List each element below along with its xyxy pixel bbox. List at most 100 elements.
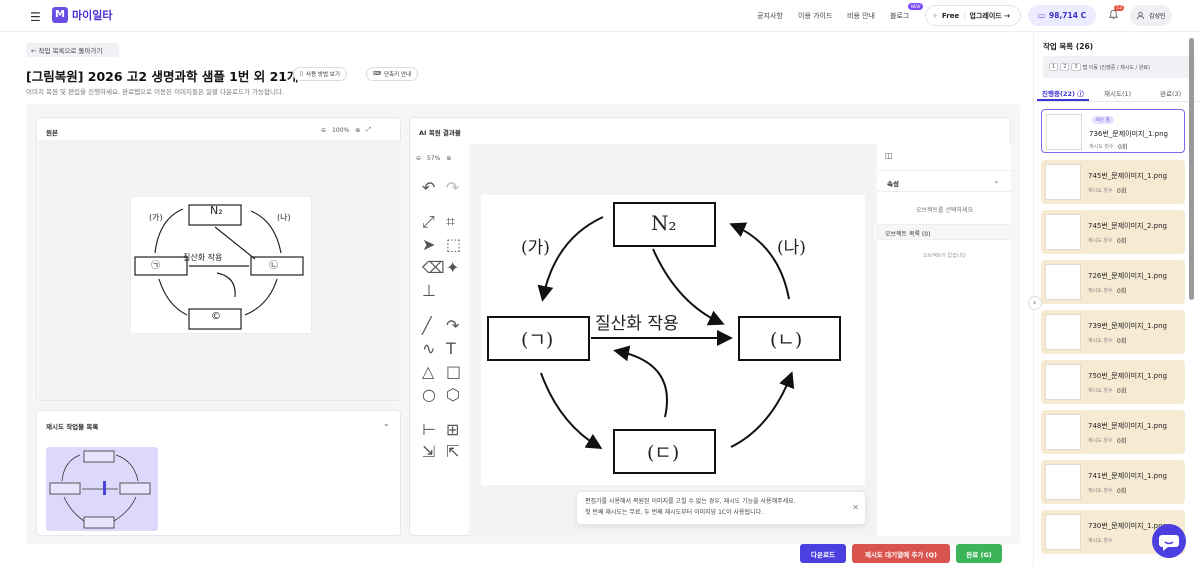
- original-title: 원본: [46, 129, 58, 137]
- top-bar: ☰ M 마이일타 공지사항 이용 가이드 비용 안내 블로그 NEW ✧ Fre…: [0, 0, 1200, 32]
- retry-count: 0회: [1117, 288, 1127, 295]
- tab-in-progress[interactable]: 진행중(22) ⓘ: [1042, 88, 1084, 98]
- original-panel: 원본 ⊖ 100% ⊕ ⤢ N₂ (가) (나) 질산화 작용 ㉠ ㉡ ©: [36, 117, 401, 401]
- objects-header: 오브젝트 목록 (0): [877, 224, 1012, 240]
- task-name: 726번_문제이미지_1.png: [1088, 272, 1168, 280]
- zoom-in-icon[interactable]: ⊕: [355, 127, 360, 134]
- complete-button[interactable]: 완료 (G): [956, 544, 1002, 563]
- sketch-center-label: 질산화 작용: [183, 253, 223, 262]
- resize-icon[interactable]: ⤢: [422, 212, 435, 231]
- redo-list-title: 재시도 작업물 목록: [46, 423, 99, 431]
- editor-toolbar: ⊖ 57% ⊕ ↶ ↷ ⤢ ⌗ ➤ ⬚ ⌫ ✦ ⊥ ╱ ↷ ∿ T △ □ ○ …: [410, 144, 470, 536]
- credits-button[interactable]: ▭ 98,714 C: [1028, 5, 1096, 26]
- task-name: 741번_문제이미지_1.png: [1088, 472, 1168, 480]
- task-item[interactable]: 739번_문제이미지_1.png 재시도 횟수 0회: [1041, 310, 1185, 354]
- plan-divider: |: [963, 11, 966, 20]
- tab-shortcut-hint: 1 2 3 탭 이동 (진행중 / 재시도 / 완료): [1043, 56, 1195, 78]
- redo-icon[interactable]: ↷: [446, 178, 459, 197]
- add-to-retry-queue-button[interactable]: 재시도 대기열에 추가 (Q): [852, 544, 950, 563]
- new-badge: NEW: [908, 3, 924, 10]
- retry-count-label: 재시도 횟수: [1088, 238, 1113, 244]
- task-thumbnail: [1045, 364, 1081, 400]
- zoom-in-icon[interactable]: ⊕: [446, 155, 451, 162]
- fullscreen-icon[interactable]: ⤢: [366, 126, 371, 134]
- result-zoom-controls: ⊖ 57% ⊕: [416, 155, 451, 162]
- node-bottom: (ㄷ): [647, 442, 680, 464]
- freehand-icon[interactable]: ∿: [422, 339, 435, 358]
- retry-count-label: 재시도 횟수: [1088, 538, 1113, 544]
- logo[interactable]: M 마이일타: [52, 7, 112, 23]
- curve-icon[interactable]: ↷: [446, 316, 459, 335]
- hexagon-icon[interactable]: ⬡: [446, 385, 460, 404]
- user-menu[interactable]: 김성민: [1130, 5, 1172, 26]
- back-to-list-button[interactable]: ← 작업 목록으로 돌아가기: [26, 43, 119, 57]
- zoom-out-icon[interactable]: ⊖: [416, 155, 421, 162]
- import-icon[interactable]: ⇲: [422, 442, 435, 461]
- howto-button[interactable]: ▯ 사용 방법 보기: [293, 67, 347, 81]
- nav-pricing[interactable]: 비용 안내: [847, 11, 875, 21]
- area-select-icon[interactable]: ⬚: [446, 235, 461, 254]
- chevron-down-icon[interactable]: ⌄: [383, 419, 390, 428]
- label-nitrification: 질산화 작용: [595, 314, 679, 334]
- expand-sidebar-button[interactable]: ›: [1028, 296, 1042, 310]
- toast-line-1: 편집기를 사용해서 복원된 이미지를 고칠 수 없는 경우, 재시도 기능을 사…: [585, 498, 796, 505]
- undo-icon[interactable]: ↶: [422, 178, 435, 197]
- magic-wand-icon[interactable]: ✦: [446, 258, 459, 277]
- sparkle-icon: ✧: [932, 11, 938, 20]
- properties-header[interactable]: 속성 ⌄: [877, 170, 1012, 192]
- nav-notices[interactable]: 공지사항: [757, 11, 783, 21]
- credits-value: 98,714 C: [1049, 11, 1087, 20]
- task-item[interactable]: 750번_문제이미지_1.png 재시도 횟수 0회: [1041, 360, 1185, 404]
- eraser-icon[interactable]: ⌫: [422, 258, 445, 277]
- text-icon[interactable]: T: [446, 339, 458, 358]
- tab-retry[interactable]: 재시도(1): [1104, 88, 1131, 98]
- plan-upgrade-button[interactable]: ✧ Free | 업그레이드 →: [925, 5, 1021, 26]
- triangle-icon[interactable]: △: [422, 362, 434, 381]
- tab-complete[interactable]: 완료(3): [1160, 88, 1181, 98]
- export-icon[interactable]: ⇱: [446, 442, 459, 461]
- retry-count-label: 재시도 횟수: [1088, 488, 1113, 494]
- crop-icon[interactable]: ⌗: [446, 212, 458, 231]
- retry-count-label: 재시도 횟수: [1088, 438, 1113, 444]
- sketch-n2-label: N₂: [210, 204, 223, 217]
- task-item[interactable]: 745번_문제이미지_2.png 재시도 횟수 0회: [1041, 210, 1185, 254]
- retry-count: 0회: [1117, 338, 1127, 345]
- nav-blog[interactable]: 블로그: [890, 11, 909, 21]
- close-icon[interactable]: ✕: [852, 502, 859, 513]
- node-left: (ㄱ): [521, 329, 554, 351]
- task-item[interactable]: 748번_문제이미지_1.png 재시도 횟수 0회: [1041, 410, 1185, 454]
- retry-count-label: 재시도 횟수: [1088, 188, 1113, 194]
- active-tab-indicator: [1037, 99, 1089, 101]
- key-1: 1: [1049, 63, 1059, 71]
- retry-count-label: 재시도 횟수: [1088, 388, 1113, 394]
- key-2: 2: [1060, 63, 1070, 71]
- align-icon[interactable]: ⊞: [446, 420, 459, 439]
- task-item[interactable]: 보는 중 736번_문제이미지_1.png 재시도 횟수 0회: [1041, 109, 1185, 153]
- collapse-panel-icon[interactable]: ◫: [885, 151, 893, 160]
- sidebar-scrollbar[interactable]: [1189, 38, 1194, 300]
- task-name: 736번_문제이미지_1.png: [1089, 130, 1169, 138]
- chevron-down-icon: ⌄: [993, 176, 1000, 185]
- rectangle-icon[interactable]: □: [446, 362, 461, 381]
- task-item[interactable]: 745번_문제이미지_1.png 재시도 횟수 0회: [1041, 160, 1185, 204]
- select-icon[interactable]: ➤: [422, 235, 435, 254]
- shortcut-guide-button[interactable]: ⌨ 단축키 안내: [366, 67, 419, 81]
- nav-guide[interactable]: 이용 가이드: [798, 11, 832, 21]
- hamburger-icon[interactable]: ☰: [30, 10, 41, 24]
- retry-count: 0회: [1117, 438, 1127, 445]
- result-image[interactable]: N₂ (ㄱ) (ㄴ) (ㄷ) (가) (나) 질산화 작용: [481, 195, 865, 485]
- zoom-out-icon[interactable]: ⊖: [321, 127, 326, 134]
- task-item[interactable]: 741번_문제이미지_1.png 재시도 횟수 0회: [1041, 460, 1185, 504]
- chat-support-button[interactable]: [1152, 524, 1186, 558]
- sidebar-tabs: 진행중(22) ⓘ 재시도(1) 완료(3): [1034, 84, 1200, 102]
- stamp-icon[interactable]: ⊥: [422, 281, 436, 300]
- circle-icon[interactable]: ○: [422, 385, 436, 404]
- axis-icon[interactable]: ⊢: [422, 420, 436, 439]
- task-thumbnail: [1045, 164, 1081, 200]
- task-item[interactable]: 726번_문제이미지_1.png 재시도 횟수 0회: [1041, 260, 1185, 304]
- keyboard-icon: ⌨: [373, 71, 381, 77]
- back-label: ← 작업 목록으로 돌아가기: [31, 47, 103, 55]
- download-button[interactable]: 다운로드: [800, 544, 846, 563]
- redo-thumbnail[interactable]: [46, 447, 158, 531]
- line-icon[interactable]: ╱: [422, 316, 434, 335]
